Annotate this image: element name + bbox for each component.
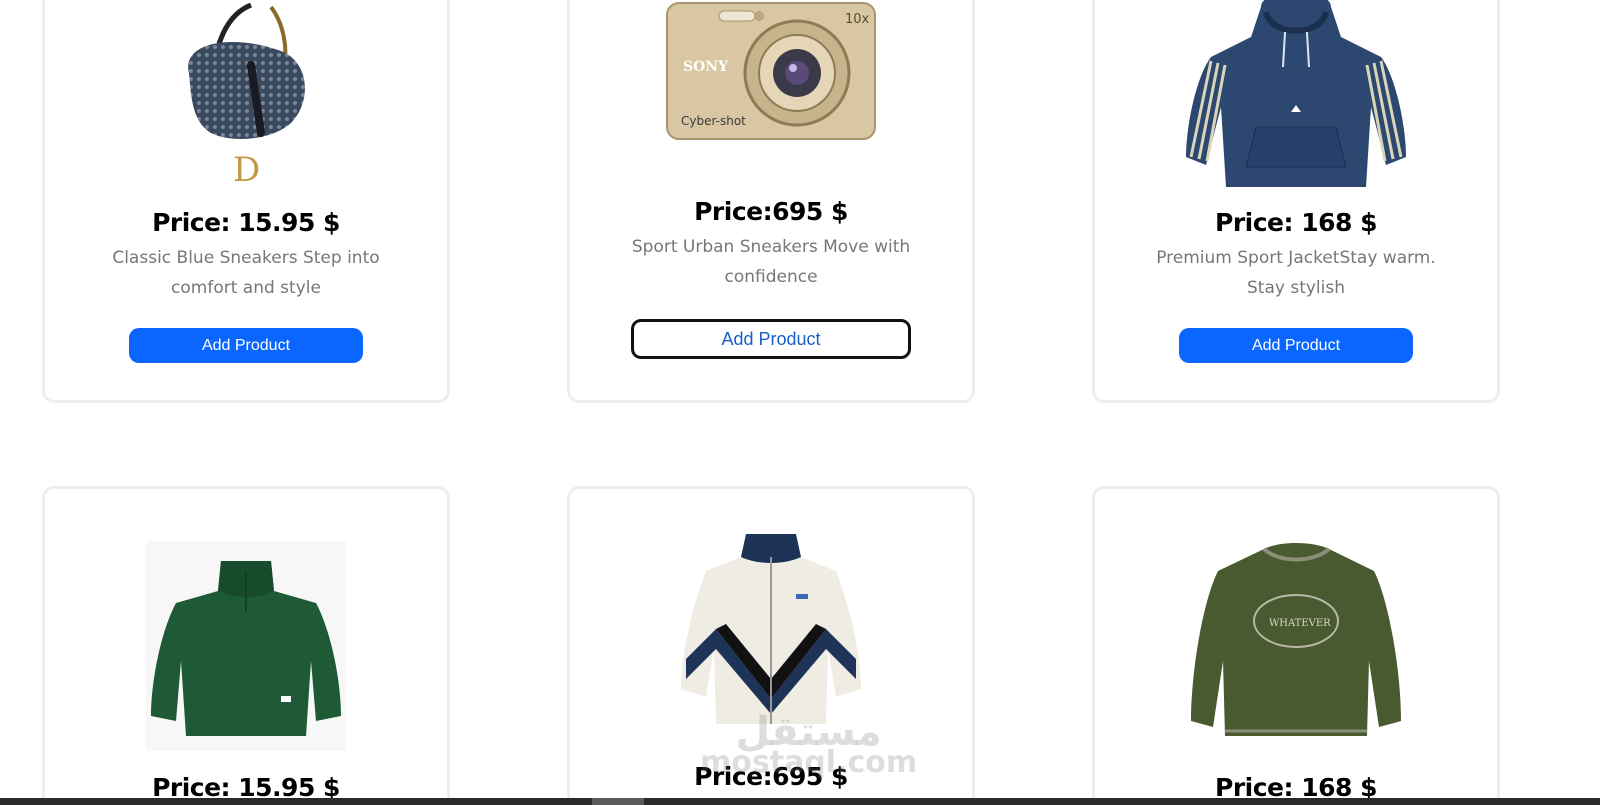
product-description: Sport Urban Sneakers Move with confidenc… bbox=[631, 237, 911, 287]
product-card: 10x SONY Cyber-shot Price:695 $ Sport Ur… bbox=[567, 0, 975, 403]
svg-text:SONY: SONY bbox=[683, 59, 729, 75]
add-product-button[interactable]: Add Product bbox=[129, 328, 363, 363]
svg-text:D: D bbox=[233, 150, 260, 185]
product-description: Premium Sport JacketStay warm. Stay styl… bbox=[1156, 248, 1436, 298]
add-product-button[interactable]: Add Product bbox=[631, 319, 911, 359]
svg-text:10x: 10x bbox=[845, 12, 870, 27]
product-price: Price: 15.95 $ bbox=[152, 208, 340, 237]
product-price: Price:695 $ bbox=[694, 197, 848, 226]
bottom-bar bbox=[0, 798, 1600, 805]
bottom-bar-segment bbox=[592, 798, 644, 805]
product-card: Price: 15.95 $ bbox=[42, 486, 450, 805]
product-description: Classic Blue Sneakers Step into comfort … bbox=[112, 248, 380, 298]
svg-text:Cyber-shot: Cyber-shot bbox=[681, 114, 746, 128]
product-page: D Price: 15.95 $ Classic Blue Sneakers S… bbox=[0, 0, 1600, 805]
product-card: Price:695 $ bbox=[567, 486, 975, 805]
green-sweater-icon bbox=[146, 541, 346, 751]
saddle-bag-icon: D bbox=[188, 3, 305, 185]
hoodie-icon bbox=[1186, 0, 1406, 187]
product-card: WHATEVER Price: 168 $ bbox=[1092, 486, 1500, 805]
product-price: Price:695 $ bbox=[694, 762, 848, 791]
olive-sweatshirt-icon: WHATEVER bbox=[1191, 543, 1401, 736]
fleece-jacket-icon bbox=[681, 534, 861, 724]
product-card: Price: 168 $ Premium Sport JacketStay wa… bbox=[1092, 0, 1500, 403]
add-product-button[interactable]: Add Product bbox=[1179, 328, 1413, 363]
svg-text:WHATEVER: WHATEVER bbox=[1269, 618, 1331, 629]
camera-icon: 10x SONY Cyber-shot bbox=[666, 2, 876, 140]
product-price: Price: 168 $ bbox=[1215, 208, 1377, 237]
product-card: D Price: 15.95 $ Classic Blue Sneakers S… bbox=[42, 0, 450, 403]
